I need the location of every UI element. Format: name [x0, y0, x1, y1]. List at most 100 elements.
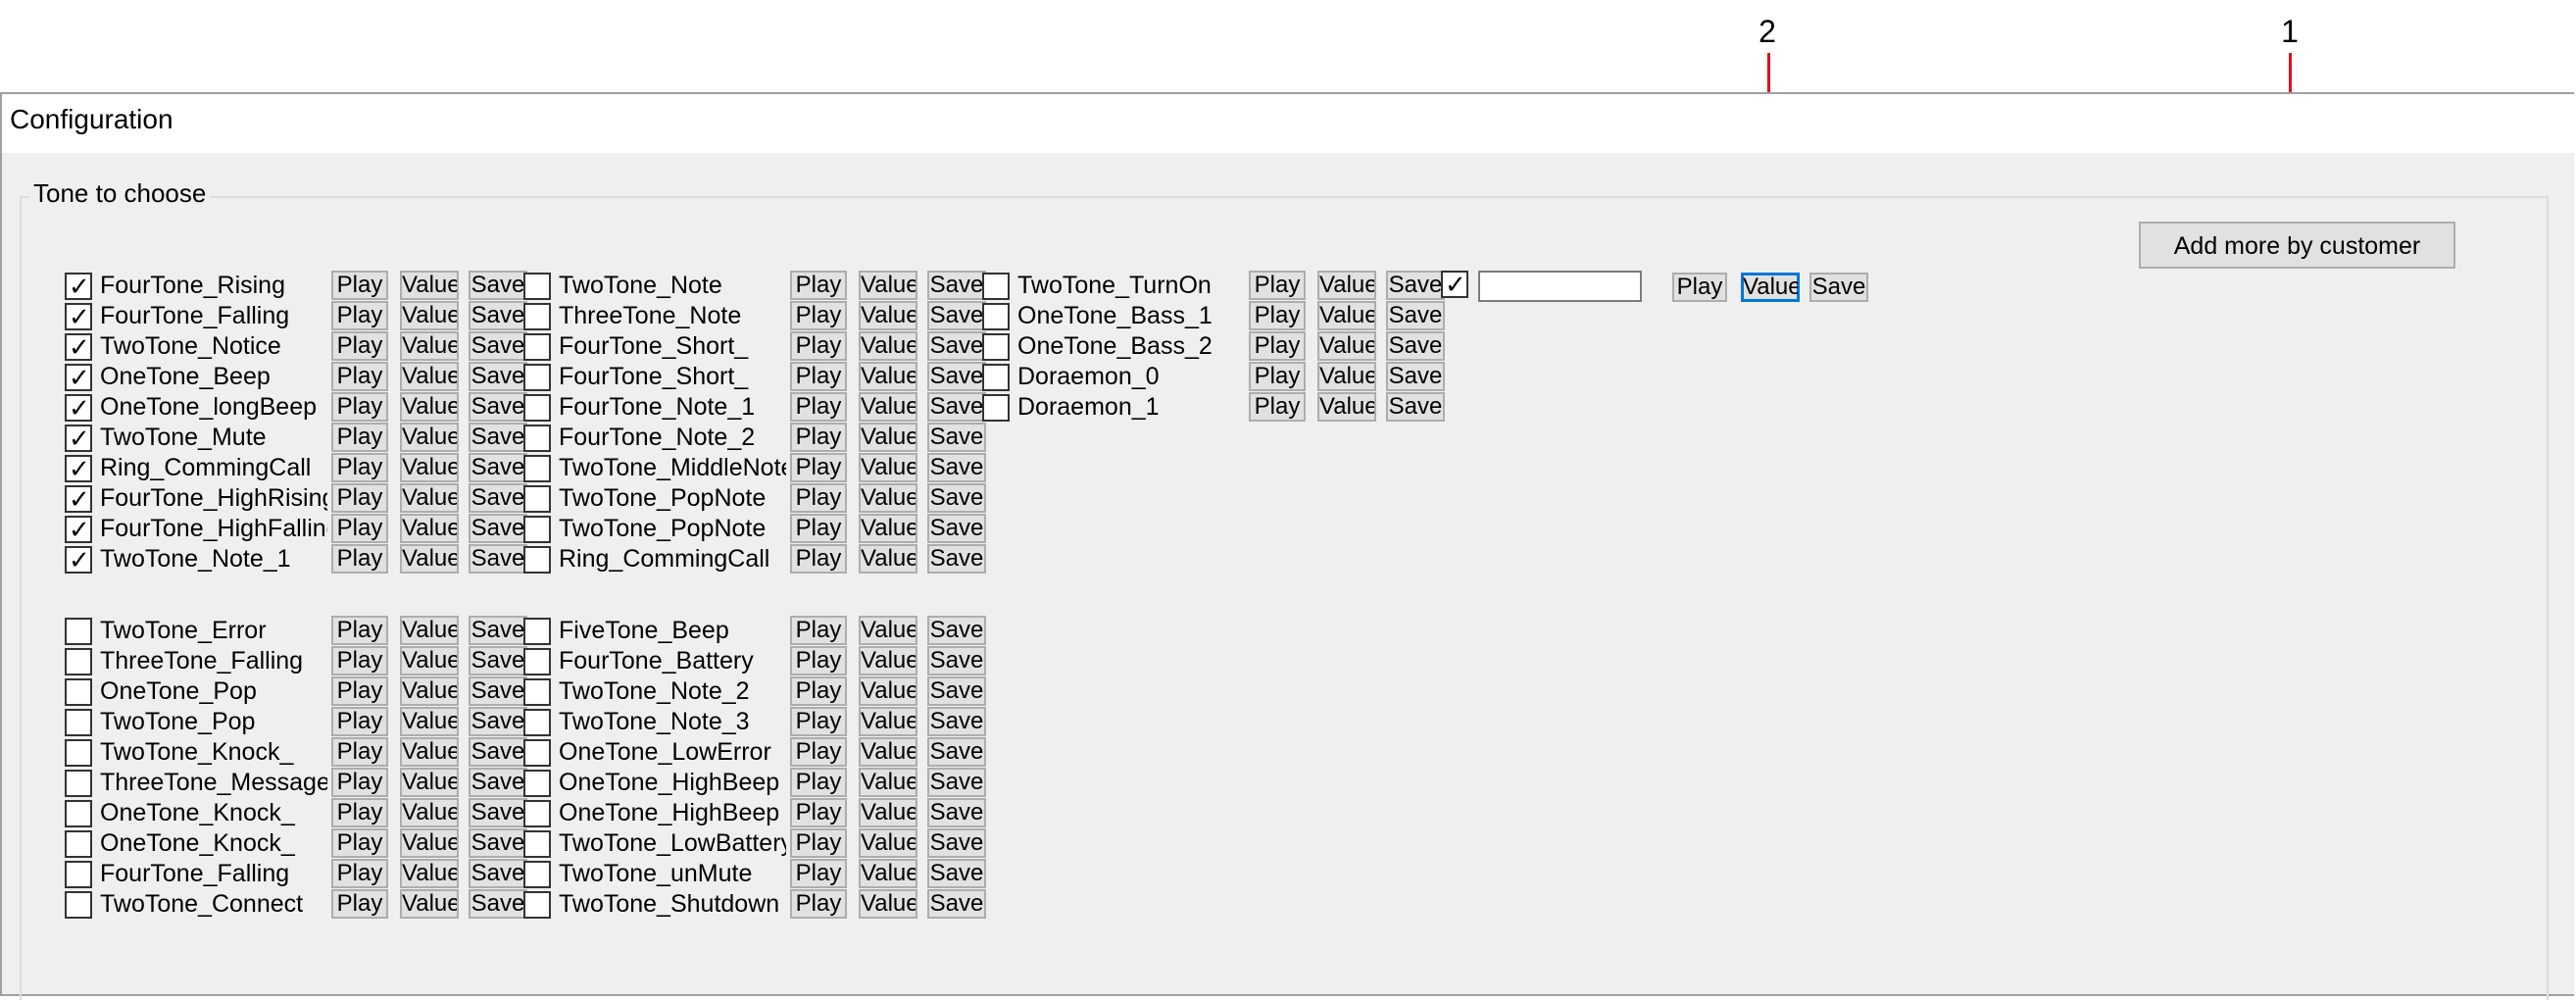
value-button[interactable]: Value: [400, 423, 459, 452]
save-button[interactable]: Save: [469, 737, 527, 767]
custom-value-button[interactable]: Value: [1741, 273, 1800, 302]
value-button[interactable]: Value: [1317, 271, 1376, 300]
tone-checkbox[interactable]: [65, 709, 92, 736]
play-button[interactable]: Play: [1249, 301, 1306, 330]
play-button[interactable]: Play: [790, 768, 847, 797]
value-button[interactable]: Value: [400, 707, 459, 736]
tone-checkbox[interactable]: [523, 770, 551, 797]
save-button[interactable]: Save: [927, 737, 986, 767]
tone-checkbox[interactable]: [65, 830, 92, 858]
value-button[interactable]: Value: [859, 544, 917, 574]
value-button[interactable]: Value: [400, 453, 459, 482]
value-button[interactable]: Value: [859, 616, 917, 645]
play-button[interactable]: Play: [331, 737, 388, 767]
play-button[interactable]: Play: [331, 616, 388, 645]
save-button[interactable]: Save: [1386, 392, 1445, 422]
play-button[interactable]: Play: [331, 676, 388, 706]
tone-checkbox[interactable]: [523, 648, 551, 675]
value-button[interactable]: Value: [859, 453, 917, 482]
play-button[interactable]: Play: [790, 301, 847, 330]
play-button[interactable]: Play: [790, 889, 847, 919]
tone-checkbox[interactable]: ✓: [65, 485, 92, 513]
play-button[interactable]: Play: [331, 889, 388, 919]
tone-checkbox[interactable]: [65, 618, 92, 645]
tone-checkbox[interactable]: ✓: [65, 303, 92, 330]
play-button[interactable]: Play: [331, 483, 388, 513]
value-button[interactable]: Value: [1317, 392, 1376, 422]
save-button[interactable]: Save: [1386, 362, 1445, 391]
tone-checkbox[interactable]: [982, 303, 1010, 330]
play-button[interactable]: Play: [790, 453, 847, 482]
play-button[interactable]: Play: [331, 828, 388, 858]
save-button[interactable]: Save: [927, 423, 986, 452]
custom-tone-checkbox[interactable]: ✓: [1441, 271, 1468, 298]
play-button[interactable]: Play: [790, 483, 847, 513]
play-button[interactable]: Play: [1249, 331, 1306, 361]
tone-checkbox[interactable]: [65, 800, 92, 827]
save-button[interactable]: Save: [469, 616, 527, 645]
custom-play-button[interactable]: Play: [1672, 273, 1727, 302]
tone-checkbox[interactable]: [523, 709, 551, 736]
play-button[interactable]: Play: [1249, 271, 1306, 300]
play-button[interactable]: Play: [331, 544, 388, 574]
tone-checkbox[interactable]: [523, 546, 551, 574]
play-button[interactable]: Play: [331, 271, 388, 300]
play-button[interactable]: Play: [331, 768, 388, 797]
value-button[interactable]: Value: [1317, 362, 1376, 391]
play-button[interactable]: Play: [790, 798, 847, 827]
value-button[interactable]: Value: [400, 798, 459, 827]
tone-checkbox[interactable]: [523, 618, 551, 645]
save-button[interactable]: Save: [927, 392, 986, 422]
save-button[interactable]: Save: [469, 453, 527, 482]
save-button[interactable]: Save: [927, 889, 986, 919]
tone-checkbox[interactable]: [523, 485, 551, 513]
save-button[interactable]: Save: [927, 676, 986, 706]
play-button[interactable]: Play: [790, 676, 847, 706]
tone-checkbox[interactable]: ✓: [65, 273, 92, 300]
save-button[interactable]: Save: [469, 889, 527, 919]
save-button[interactable]: Save: [927, 483, 986, 513]
add-more-button[interactable]: Add more by customer: [2139, 222, 2455, 269]
play-button[interactable]: Play: [331, 646, 388, 675]
tone-checkbox[interactable]: [523, 516, 551, 543]
save-button[interactable]: Save: [469, 331, 527, 361]
tone-checkbox[interactable]: ✓: [65, 333, 92, 361]
tone-checkbox[interactable]: ✓: [65, 546, 92, 574]
save-button[interactable]: Save: [927, 362, 986, 391]
play-button[interactable]: Play: [331, 392, 388, 422]
tone-checkbox[interactable]: [982, 394, 1010, 422]
value-button[interactable]: Value: [400, 544, 459, 574]
tone-checkbox[interactable]: [65, 678, 92, 706]
custom-tone-input[interactable]: [1478, 271, 1642, 302]
save-button[interactable]: Save: [927, 331, 986, 361]
play-button[interactable]: Play: [1249, 362, 1306, 391]
save-button[interactable]: Save: [927, 271, 986, 300]
custom-save-button[interactable]: Save: [1809, 273, 1868, 302]
save-button[interactable]: Save: [469, 423, 527, 452]
tone-checkbox[interactable]: [523, 364, 551, 391]
value-button[interactable]: Value: [400, 768, 459, 797]
save-button[interactable]: Save: [469, 859, 527, 888]
value-button[interactable]: Value: [859, 271, 917, 300]
value-button[interactable]: Value: [400, 514, 459, 543]
tone-checkbox[interactable]: [982, 364, 1010, 391]
value-button[interactable]: Value: [400, 392, 459, 422]
save-button[interactable]: Save: [469, 362, 527, 391]
value-button[interactable]: Value: [859, 514, 917, 543]
value-button[interactable]: Value: [400, 859, 459, 888]
save-button[interactable]: Save: [469, 544, 527, 574]
save-button[interactable]: Save: [469, 483, 527, 513]
value-button[interactable]: Value: [859, 423, 917, 452]
tone-checkbox[interactable]: [523, 891, 551, 919]
value-button[interactable]: Value: [859, 646, 917, 675]
save-button[interactable]: Save: [1386, 331, 1445, 361]
save-button[interactable]: Save: [927, 707, 986, 736]
save-button[interactable]: Save: [927, 828, 986, 858]
tone-checkbox[interactable]: [523, 739, 551, 767]
play-button[interactable]: Play: [790, 271, 847, 300]
tone-checkbox[interactable]: [523, 394, 551, 422]
tone-checkbox[interactable]: [523, 303, 551, 330]
play-button[interactable]: Play: [790, 514, 847, 543]
value-button[interactable]: Value: [859, 301, 917, 330]
tone-checkbox[interactable]: [65, 739, 92, 767]
